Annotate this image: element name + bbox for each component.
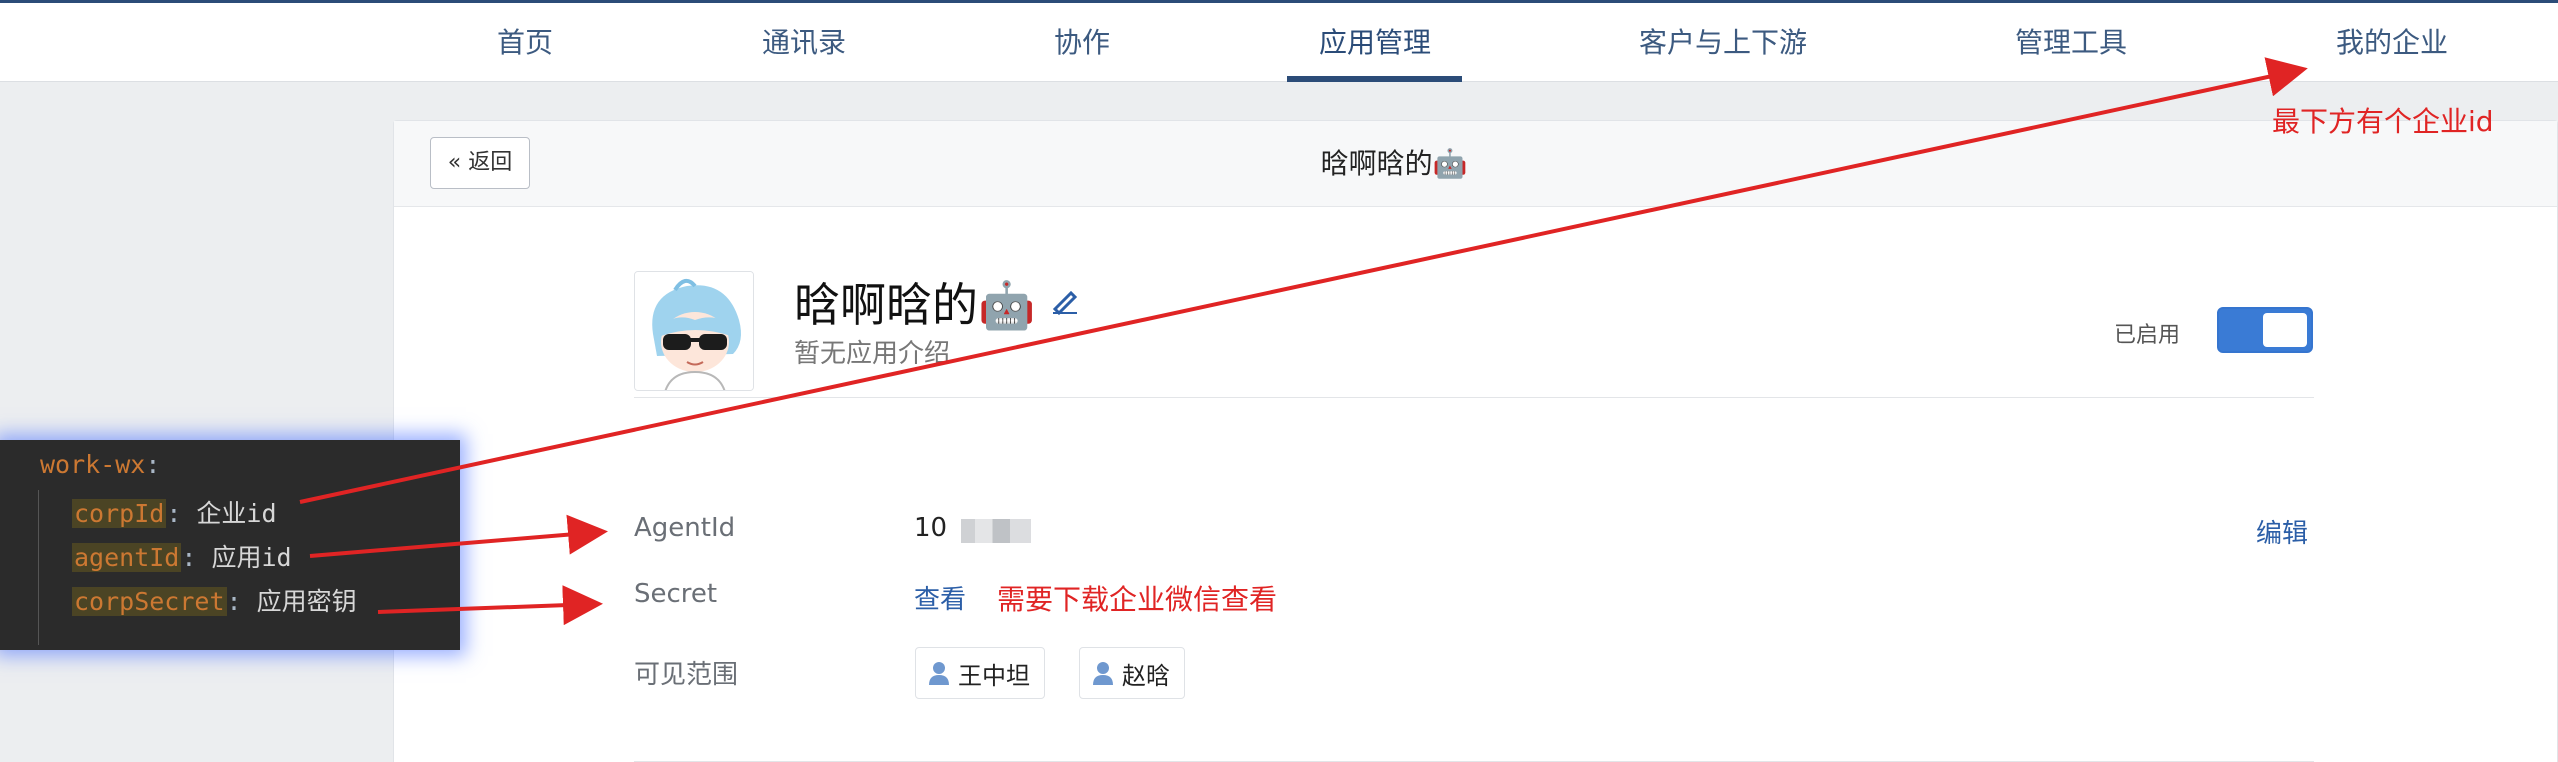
app-name: 晗啊晗的🤖 xyxy=(794,278,1036,332)
code-line-corpsecret: corpSecret: 应用密钥 xyxy=(72,587,357,616)
nav-contacts[interactable]: 通讯录 xyxy=(762,3,846,82)
app-description: 暂无应用介绍 xyxy=(794,339,951,369)
member-name: 赵晗 xyxy=(1122,661,1170,690)
agent-id-value: 10 xyxy=(914,513,948,543)
agent-id-label: AgentId xyxy=(634,513,736,543)
card-header: « 返回 晗啊晗的🤖 xyxy=(394,121,2557,207)
code-snippet-panel: work-wx: corpId: 企业id agentId: 应用id corp… xyxy=(0,440,460,650)
view-secret-link[interactable]: 查看 xyxy=(914,579,966,616)
nav-home[interactable]: 首页 xyxy=(497,3,553,82)
page-title: 晗啊晗的🤖 xyxy=(1320,147,1468,180)
toggle-knob xyxy=(2263,313,2307,347)
status-label: 已启用 xyxy=(2114,323,2181,348)
nav-customers[interactable]: 客户与上下游 xyxy=(1639,3,1807,82)
visibility-label: 可见范围 xyxy=(634,660,739,690)
edit-link[interactable]: 编辑 xyxy=(2256,513,2308,550)
nav-collaboration[interactable]: 协作 xyxy=(1054,3,1110,82)
code-line-corpid: corpId: 企业id xyxy=(72,499,277,528)
edit-name-pencil-icon[interactable] xyxy=(1049,283,1083,317)
enabled-toggle[interactable] xyxy=(2217,307,2313,353)
active-tab-indicator xyxy=(1287,76,1462,82)
user-icon xyxy=(1093,662,1113,685)
member-chip[interactable]: 赵晗 xyxy=(1079,647,1185,699)
nav-management-tools[interactable]: 管理工具 xyxy=(2015,3,2127,82)
corp-id-annotation: 最下方有个企业id xyxy=(2272,105,2494,138)
app-detail-card: « 返回 晗啊晗的🤖 晗啊晗的🤖 暂无应用介绍 已启用 AgentId 10 编… xyxy=(393,120,2558,762)
avatar-image xyxy=(635,272,753,390)
back-button[interactable]: « 返回 xyxy=(430,137,530,189)
member-name: 王中坦 xyxy=(958,661,1030,690)
app-avatar[interactable] xyxy=(634,271,754,391)
top-navigation-bar: 首页 通讯录 协作 应用管理 客户与上下游 管理工具 我的企业 xyxy=(0,0,2558,82)
secret-label: Secret xyxy=(634,579,718,609)
member-chip[interactable]: 王中坦 xyxy=(915,647,1045,699)
code-root-key: work-wx: xyxy=(40,450,161,479)
section-divider xyxy=(634,397,2314,398)
code-line-agentid: agentId: 应用id xyxy=(72,543,292,572)
nav-my-enterprise[interactable]: 我的企业 xyxy=(2336,3,2448,82)
user-icon xyxy=(929,662,949,685)
redacted-agent-id xyxy=(961,519,1031,543)
secret-annotation: 需要下载企业微信查看 xyxy=(997,583,1278,616)
indent-guide xyxy=(38,490,39,645)
nav-app-management[interactable]: 应用管理 xyxy=(1319,3,1431,82)
